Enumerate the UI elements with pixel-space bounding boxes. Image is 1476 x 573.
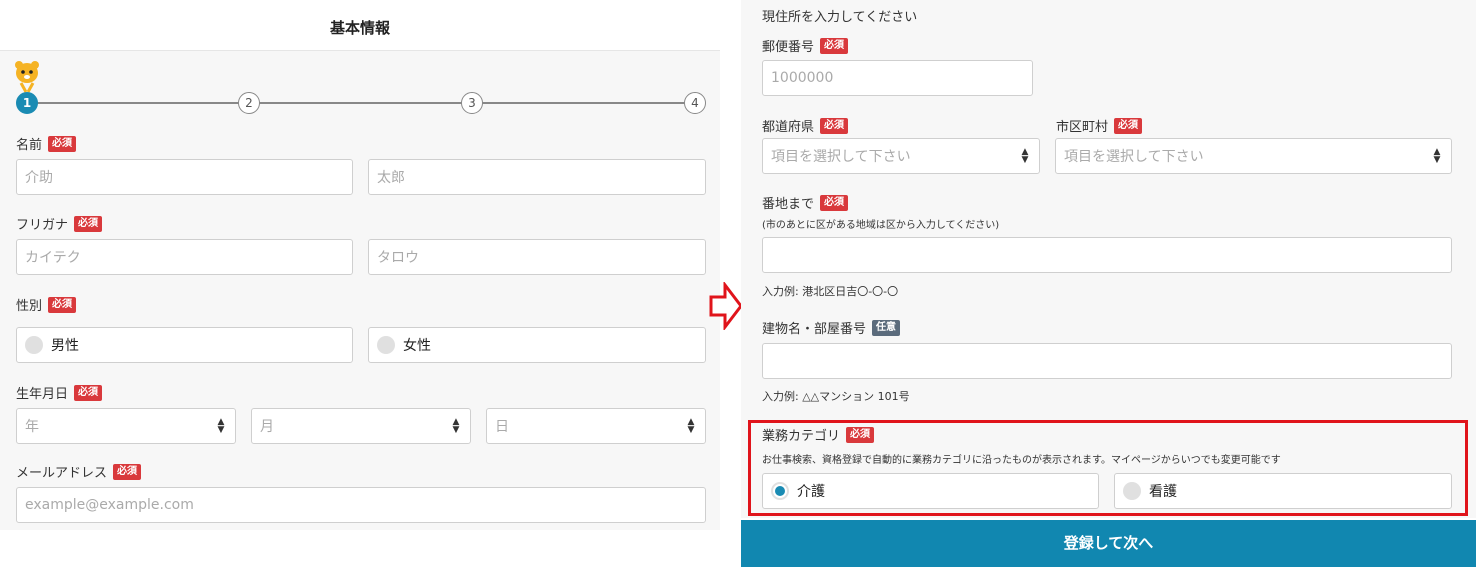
city-select[interactable]: 項目を選択して下さい ▲ ▼ bbox=[1055, 138, 1452, 174]
street-input[interactable] bbox=[762, 237, 1452, 273]
last-kana-input[interactable]: カイテク bbox=[16, 239, 353, 275]
birth-month-select[interactable]: 月 ▲ ▼ bbox=[251, 408, 471, 444]
required-badge: 必須 bbox=[48, 135, 77, 152]
select-arrows-icon: ▲ ▼ bbox=[1433, 147, 1441, 165]
building-example: 入力例: △△マンション 101号 bbox=[762, 390, 910, 403]
postal-label: 郵便番号 必須 bbox=[762, 36, 849, 55]
birth-day-select[interactable]: 日 ▲ ▼ bbox=[486, 408, 706, 444]
street-label-text: 番地まで bbox=[762, 197, 815, 212]
birthday-label: 生年月日 必須 bbox=[16, 383, 103, 402]
address-heading: 現住所を入力してください bbox=[762, 6, 917, 25]
required-badge: 必須 bbox=[74, 384, 103, 401]
gender-label: 性別 必須 bbox=[16, 295, 77, 314]
postal-code-input[interactable]: 1000000 bbox=[762, 60, 1033, 96]
step-3: 3 bbox=[461, 92, 483, 114]
prefecture-label-text: 都道府県 bbox=[762, 120, 815, 135]
street-example: 入力例: 港北区日吉〇-〇-〇 bbox=[762, 285, 899, 298]
city-label: 市区町村 必須 bbox=[1056, 116, 1143, 135]
radio-icon bbox=[25, 336, 43, 354]
submit-button[interactable]: 登録して次へ bbox=[741, 520, 1476, 567]
first-kana-input[interactable]: タロウ bbox=[368, 239, 706, 275]
birth-year-value: 年 bbox=[25, 419, 39, 435]
prefecture-value: 項目を選択して下さい bbox=[771, 149, 911, 165]
postal-label-text: 郵便番号 bbox=[762, 40, 815, 55]
birth-year-select[interactable]: 年 ▲ ▼ bbox=[16, 408, 236, 444]
required-badge: 必須 bbox=[48, 296, 77, 313]
gender-male-radio[interactable]: 男性 bbox=[16, 327, 353, 363]
address-heading-text: 現住所を入力してください bbox=[762, 10, 918, 25]
birth-day-value: 日 bbox=[495, 419, 509, 435]
email-input[interactable]: example@example.com bbox=[16, 487, 706, 523]
prefecture-select[interactable]: 項目を選択して下さい ▲ ▼ bbox=[762, 138, 1040, 174]
step-1: 1 bbox=[16, 92, 38, 114]
building-label: 建物名・部屋番号 任意 bbox=[762, 318, 901, 337]
radio-icon bbox=[377, 336, 395, 354]
birthday-label-text: 生年月日 bbox=[16, 387, 69, 402]
last-name-input[interactable]: 介助 bbox=[16, 159, 353, 195]
highlight-box bbox=[748, 420, 1468, 516]
required-badge: 必須 bbox=[820, 117, 849, 134]
email-label-text: メールアドレス bbox=[16, 466, 108, 481]
required-badge: 必須 bbox=[820, 37, 849, 54]
select-arrows-icon: ▲ ▼ bbox=[217, 417, 225, 435]
page-title: 基本情報 bbox=[0, 0, 720, 51]
required-badge: 必須 bbox=[113, 463, 142, 480]
required-badge: 必須 bbox=[1114, 117, 1143, 134]
first-name-input[interactable]: 太郎 bbox=[368, 159, 706, 195]
gender-female-radio[interactable]: 女性 bbox=[368, 327, 706, 363]
select-arrows-icon: ▲ ▼ bbox=[1021, 147, 1029, 165]
building-input[interactable] bbox=[762, 343, 1452, 379]
email-label: メールアドレス 必須 bbox=[16, 462, 142, 481]
name-label: 名前 必須 bbox=[16, 134, 77, 153]
kana-label: フリガナ 必須 bbox=[16, 214, 103, 233]
right-arrow-icon bbox=[709, 282, 743, 330]
optional-badge: 任意 bbox=[872, 319, 901, 336]
gender-label-text: 性別 bbox=[16, 299, 43, 314]
kana-label-text: フリガナ bbox=[16, 218, 69, 233]
step-4: 4 bbox=[684, 92, 706, 114]
prefecture-label: 都道府県 必須 bbox=[762, 116, 849, 135]
city-label-text: 市区町村 bbox=[1056, 120, 1109, 135]
gender-male-label: 男性 bbox=[51, 338, 79, 354]
select-arrows-icon: ▲ ▼ bbox=[687, 417, 695, 435]
progress-line bbox=[27, 102, 697, 104]
gender-female-label: 女性 bbox=[403, 338, 431, 354]
street-label: 番地まで 必須 bbox=[762, 193, 849, 212]
required-badge: 必須 bbox=[820, 194, 849, 211]
name-label-text: 名前 bbox=[16, 138, 43, 153]
building-label-text: 建物名・部屋番号 bbox=[762, 322, 867, 337]
select-arrows-icon: ▲ ▼ bbox=[452, 417, 460, 435]
required-badge: 必須 bbox=[74, 215, 103, 232]
street-note: (市のあとに区がある地域は区から入力してください) bbox=[762, 220, 1000, 231]
mascot-icon bbox=[15, 61, 39, 93]
birth-month-value: 月 bbox=[260, 419, 274, 435]
city-value: 項目を選択して下さい bbox=[1064, 149, 1204, 165]
step-2: 2 bbox=[238, 92, 260, 114]
